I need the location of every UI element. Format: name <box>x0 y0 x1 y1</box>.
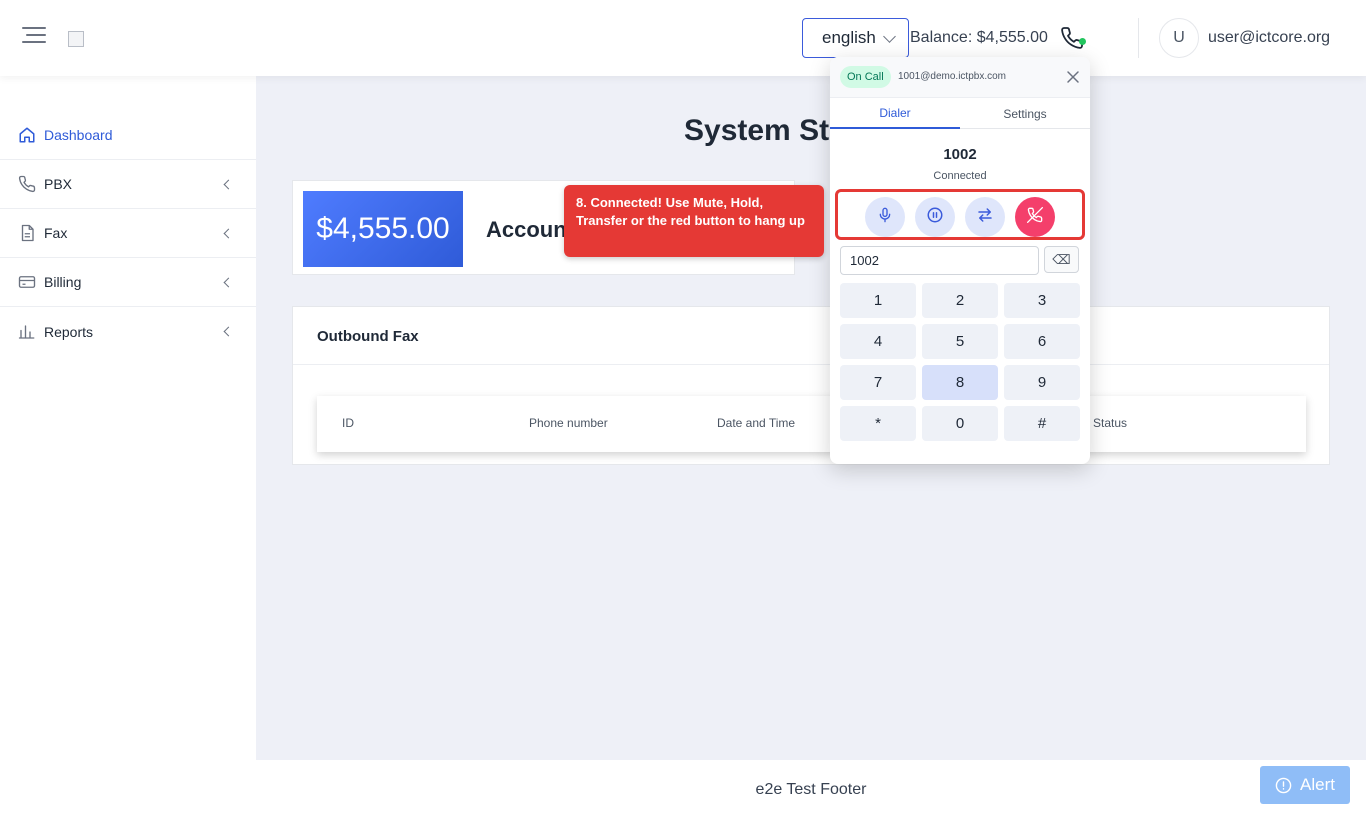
footer: e2e Test Footer <box>256 760 1366 820</box>
microphone-icon <box>877 207 893 228</box>
hangup-button[interactable] <box>1015 197 1055 237</box>
balance-text: Balance: $4,555.00 <box>910 29 1048 46</box>
chevron-down-icon <box>883 30 896 43</box>
outbound-fax-table: ID Phone number Date and Time Status <box>317 396 1306 452</box>
hangup-icon <box>1027 206 1043 228</box>
keypad-key-star[interactable]: * <box>840 406 916 441</box>
sip-address: 1001@demo.ictpbx.com <box>898 71 1006 82</box>
alert-button[interactable]: Alert <box>1260 766 1350 804</box>
sidebar-item-dashboard[interactable]: Dashboard <box>0 111 256 160</box>
keypad-key-3[interactable]: 3 <box>1004 283 1080 318</box>
account-label: Accoun <box>486 217 567 242</box>
backspace-button[interactable]: ⌫ <box>1044 246 1079 273</box>
sidebar: Dashboard PBX Fax Billing Reports <box>0 76 256 820</box>
keypad-key-6[interactable]: 6 <box>1004 324 1080 359</box>
document-icon <box>18 224 36 242</box>
keypad-key-hash[interactable]: # <box>1004 406 1080 441</box>
bar-chart-icon <box>18 323 36 341</box>
sidebar-item-label: Reports <box>44 323 94 340</box>
sidebar-item-label: PBX <box>44 176 73 192</box>
sidebar-item-label: Fax <box>44 225 68 241</box>
close-icon[interactable] <box>1066 70 1080 84</box>
tab-settings[interactable]: Settings <box>960 98 1090 129</box>
sidebar-item-label: Dashboard <box>44 127 113 143</box>
pause-icon <box>926 206 944 229</box>
account-balance-amount: $4,555.00 <box>303 191 463 267</box>
sidebar-item-fax[interactable]: Fax <box>0 209 256 258</box>
column-header-phone-number[interactable]: Phone number <box>529 416 608 430</box>
number-input[interactable] <box>840 246 1039 275</box>
dialer-popup: On Call 1001@demo.ictpbx.com Dialer Sett… <box>830 57 1090 464</box>
mute-button[interactable] <box>865 197 905 237</box>
chevron-left-icon <box>223 277 234 288</box>
logo-image <box>68 31 84 47</box>
tab-dialer[interactable]: Dialer <box>830 98 960 129</box>
dialer-tabs: Dialer Settings <box>830 98 1090 129</box>
call-number: 1002 <box>943 146 977 163</box>
chevron-left-icon <box>223 326 234 337</box>
hamburger-menu-icon[interactable] <box>22 27 46 49</box>
credit-card-icon <box>18 273 36 291</box>
home-icon <box>18 126 36 144</box>
sidebar-item-pbx[interactable]: PBX <box>0 160 256 209</box>
outbound-fax-title: Outbound Fax <box>317 328 419 345</box>
chevron-left-icon <box>223 228 234 239</box>
keypad-key-2[interactable]: 2 <box>922 283 998 318</box>
language-select[interactable]: english <box>802 18 909 58</box>
tutorial-tooltip: 8. Connected! Use Mute, Hold, Transfer o… <box>564 185 824 257</box>
keypad-key-1[interactable]: 1 <box>840 283 916 318</box>
column-header-status[interactable]: Status <box>1093 416 1127 430</box>
keypad-key-9[interactable]: 9 <box>1004 365 1080 400</box>
keypad-key-7[interactable]: 7 <box>840 365 916 400</box>
sidebar-item-reports[interactable]: Reports <box>0 307 256 356</box>
dialer-header: On Call 1001@demo.ictpbx.com <box>830 57 1090 98</box>
keypad-key-5[interactable]: 5 <box>922 324 998 359</box>
column-header-date-time[interactable]: Date and Time <box>717 416 795 430</box>
hold-button[interactable] <box>915 197 955 237</box>
keypad-key-8[interactable]: 8 <box>922 365 998 400</box>
page-title: System St <box>684 114 830 147</box>
user-email[interactable]: user@ictcore.org <box>1208 29 1330 47</box>
transfer-button[interactable] <box>965 197 1005 237</box>
sidebar-item-label: Billing <box>44 274 82 290</box>
chevron-left-icon <box>223 179 234 190</box>
on-call-badge: On Call <box>840 66 891 88</box>
header-divider <box>1138 18 1139 58</box>
column-header-id[interactable]: ID <box>342 416 354 430</box>
top-header: english Balance: $4,555.00 U user@ictcor… <box>0 0 1366 76</box>
phone-icon <box>18 175 36 193</box>
alert-circle-icon <box>1275 777 1292 794</box>
transfer-icon <box>976 206 994 229</box>
online-status-dot <box>1079 38 1086 45</box>
sidebar-item-billing[interactable]: Billing <box>0 258 256 307</box>
user-avatar[interactable]: U <box>1159 18 1199 58</box>
footer-text: e2e Test Footer <box>755 781 867 798</box>
language-select-value: english <box>822 28 876 47</box>
card-divider <box>293 364 1329 365</box>
outbound-fax-card: Outbound Fax ID Phone number Date and Ti… <box>292 306 1330 465</box>
keypad-key-4[interactable]: 4 <box>840 324 916 359</box>
keypad-key-0[interactable]: 0 <box>922 406 998 441</box>
alert-button-label: Alert <box>1300 775 1335 794</box>
call-status: Connected <box>933 170 987 182</box>
